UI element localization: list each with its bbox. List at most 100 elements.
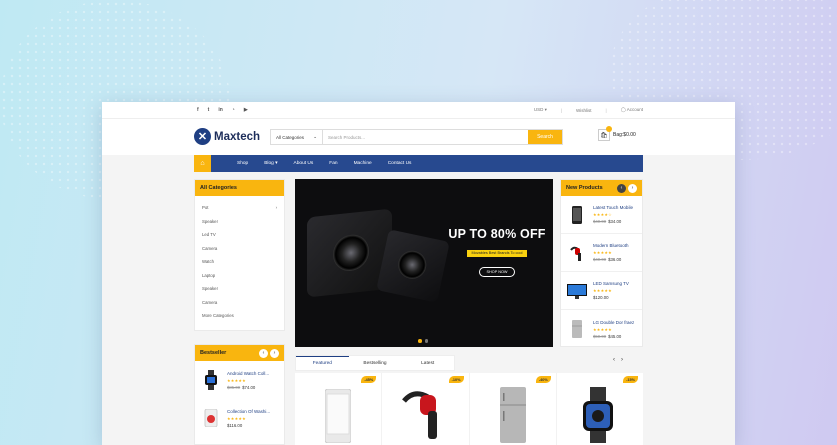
search-input[interactable]: Search Products... bbox=[323, 130, 528, 144]
more-categories-link[interactable]: More Categories bbox=[202, 309, 277, 323]
chevron-right-icon: › bbox=[275, 205, 277, 211]
list-item[interactable]: Collection Of Washi... ★★★★★ $116.00 bbox=[195, 399, 284, 437]
product-card[interactable]: -15% bbox=[557, 373, 643, 445]
product-price: $120.00 bbox=[593, 295, 629, 300]
account-link[interactable]: ◯ Account bbox=[621, 107, 643, 113]
headset-image bbox=[402, 391, 438, 439]
current-price: $34.00 bbox=[608, 219, 622, 224]
current-price: $120.00 bbox=[593, 295, 609, 300]
logo-icon: ✕ bbox=[194, 128, 211, 145]
old-price: $40.00 bbox=[593, 257, 607, 262]
cart-badge bbox=[606, 126, 612, 132]
nav-shop[interactable]: Shop bbox=[229, 161, 256, 166]
youtube-icon[interactable]: ▶ bbox=[244, 107, 248, 113]
current-price: $45.00 bbox=[608, 333, 622, 339]
rating-stars: ★★★★★ bbox=[227, 377, 246, 383]
logo[interactable]: ✕ Maxtech bbox=[194, 128, 260, 145]
categories-panel: All Categories Pot › Speaker Led TV Camer… bbox=[194, 179, 285, 331]
nav-machine[interactable]: Machine bbox=[346, 161, 380, 166]
discount-badge: -40% bbox=[535, 376, 551, 383]
divider: | bbox=[605, 107, 607, 113]
facebook-icon[interactable]: f bbox=[197, 107, 199, 113]
chevron-right-icon[interactable]: › bbox=[621, 357, 623, 363]
product-card[interactable]: -45% bbox=[295, 373, 383, 445]
product-price: $85.00 $74.00 bbox=[227, 385, 269, 390]
hero-subline: Movables Best Brands To cool bbox=[467, 249, 527, 257]
cart-button[interactable]: 🛍 Bag:$0.00 bbox=[598, 126, 636, 141]
category-item[interactable]: Pot › bbox=[202, 201, 277, 215]
product-price: $50.00 $45.00 bbox=[593, 334, 634, 339]
category-item[interactable]: Led TV bbox=[202, 228, 277, 242]
category-item[interactable]: Watch bbox=[202, 255, 277, 269]
prev-arrow-icon[interactable]: ‹ bbox=[617, 183, 626, 193]
main-nav: ⌂ Shop Blog ▾ About Us Fan Machine Conta… bbox=[194, 155, 643, 172]
top-bar: f t in ◔ ▶ USD ▾ | Wishlist | ◯ Account bbox=[102, 102, 735, 119]
discount-badge: -10% bbox=[448, 376, 464, 383]
rating-stars: ★★★★★ bbox=[593, 250, 612, 255]
product-title[interactable]: Android Watch Coll... bbox=[227, 371, 269, 376]
list-item[interactable]: Modern Bluetooth ★★★★★ $40.00 $36.00 bbox=[561, 234, 642, 272]
category-item[interactable]: Camera bbox=[202, 296, 277, 310]
product-price: $40.00 $36.00 bbox=[593, 257, 629, 262]
wishlist-link[interactable]: Wishlist bbox=[576, 108, 592, 113]
next-arrow-icon[interactable]: › bbox=[270, 348, 279, 358]
twitter-icon[interactable]: t bbox=[208, 107, 210, 113]
product-title[interactable]: Latest Touch Mobile bbox=[593, 205, 633, 210]
chevron-down-icon: ⌄ bbox=[313, 134, 317, 139]
camera-image-secondary bbox=[376, 229, 450, 303]
rss-icon[interactable]: ◔ bbox=[232, 107, 235, 113]
category-item[interactable]: Laptop bbox=[202, 269, 277, 283]
carousel-dot-active[interactable] bbox=[418, 339, 422, 343]
search-bar: All Categories ⌄ Search Products... Searc… bbox=[270, 129, 563, 145]
product-card[interactable]: -10% bbox=[382, 373, 470, 445]
bestseller-header: Bestseller ‹ › bbox=[195, 345, 284, 361]
list-item[interactable]: Android Watch Coll... ★★★★★ $85.00 $74.00 bbox=[195, 361, 284, 399]
prev-arrow-icon[interactable]: ‹ bbox=[259, 348, 268, 358]
category-select-label: All Categories bbox=[276, 134, 305, 140]
category-item[interactable]: Speaker bbox=[202, 215, 277, 229]
chevron-left-icon[interactable]: ‹ bbox=[613, 357, 615, 363]
product-grid: -45% -10% -40% -15% bbox=[295, 373, 643, 445]
watch-image bbox=[582, 387, 613, 443]
rating-stars: ★★★★☆ bbox=[593, 212, 612, 217]
search-button[interactable]: Search bbox=[528, 130, 562, 144]
current-price: $74.00 bbox=[242, 384, 256, 390]
discount-badge: -45% bbox=[361, 376, 377, 383]
list-item[interactable]: Latest Touch Mobile ★★★★☆ $40.00 $34.00 bbox=[561, 196, 642, 234]
category-item[interactable]: Camera bbox=[202, 242, 277, 256]
carousel-dots bbox=[418, 339, 428, 343]
divider: | bbox=[560, 107, 563, 113]
tab-bestselling[interactable]: Bestselling bbox=[349, 356, 402, 370]
home-icon[interactable]: ⌂ bbox=[194, 155, 211, 172]
carousel-dot[interactable] bbox=[424, 339, 428, 343]
linkedin-icon[interactable]: in bbox=[218, 107, 222, 113]
category-item[interactable]: Speaker bbox=[202, 282, 277, 296]
nav-about-us[interactable]: About Us bbox=[286, 161, 322, 166]
product-title[interactable]: Collection Of Washi... bbox=[227, 409, 270, 414]
categories-title: All Categories bbox=[200, 185, 237, 191]
social-links: f t in ◔ ▶ bbox=[197, 107, 248, 113]
tab-arrows: ‹ › bbox=[613, 357, 623, 363]
fridge-thumbnail bbox=[567, 319, 587, 339]
rating-stars: ★★★★★ bbox=[593, 288, 612, 293]
tab-featured[interactable]: Featured bbox=[296, 356, 349, 370]
discount-badge: -15% bbox=[623, 376, 638, 383]
next-arrow-icon[interactable]: › bbox=[628, 183, 637, 193]
nav-blog[interactable]: Blog ▾ bbox=[256, 161, 285, 166]
currency-select[interactable]: USD ▾ bbox=[534, 107, 547, 113]
product-title[interactable]: LG Double Dor fraez bbox=[593, 320, 634, 325]
hero-banner[interactable]: UP TO 80% OFF Movables Best Brands To co… bbox=[295, 179, 553, 347]
nav-contact-us[interactable]: Contact Us bbox=[380, 161, 420, 166]
nav-fan[interactable]: Fan bbox=[321, 161, 345, 166]
category-select[interactable]: All Categories ⌄ bbox=[271, 130, 323, 144]
list-item[interactable]: LED Samsung TV ★★★★★ $120.00 bbox=[561, 272, 642, 310]
product-title[interactable]: Modern Bluetooth bbox=[593, 243, 629, 248]
product-card[interactable]: -40% bbox=[470, 373, 557, 445]
new-products-panel: New Products ‹ › Latest Touch Mobile ★★★★… bbox=[560, 179, 643, 347]
tab-latest[interactable]: Latest bbox=[401, 356, 454, 370]
list-item[interactable]: LG Double Dor fraez ★★★★★ $50.00 $45.00 bbox=[561, 310, 642, 348]
product-title[interactable]: LED Samsung TV bbox=[593, 281, 629, 286]
browser-frame: f t in ◔ ▶ USD ▾ | Wishlist | ◯ Account … bbox=[102, 102, 735, 445]
shop-now-button[interactable]: SHOP NOW bbox=[479, 267, 515, 277]
old-price: $40.00 bbox=[593, 219, 607, 224]
